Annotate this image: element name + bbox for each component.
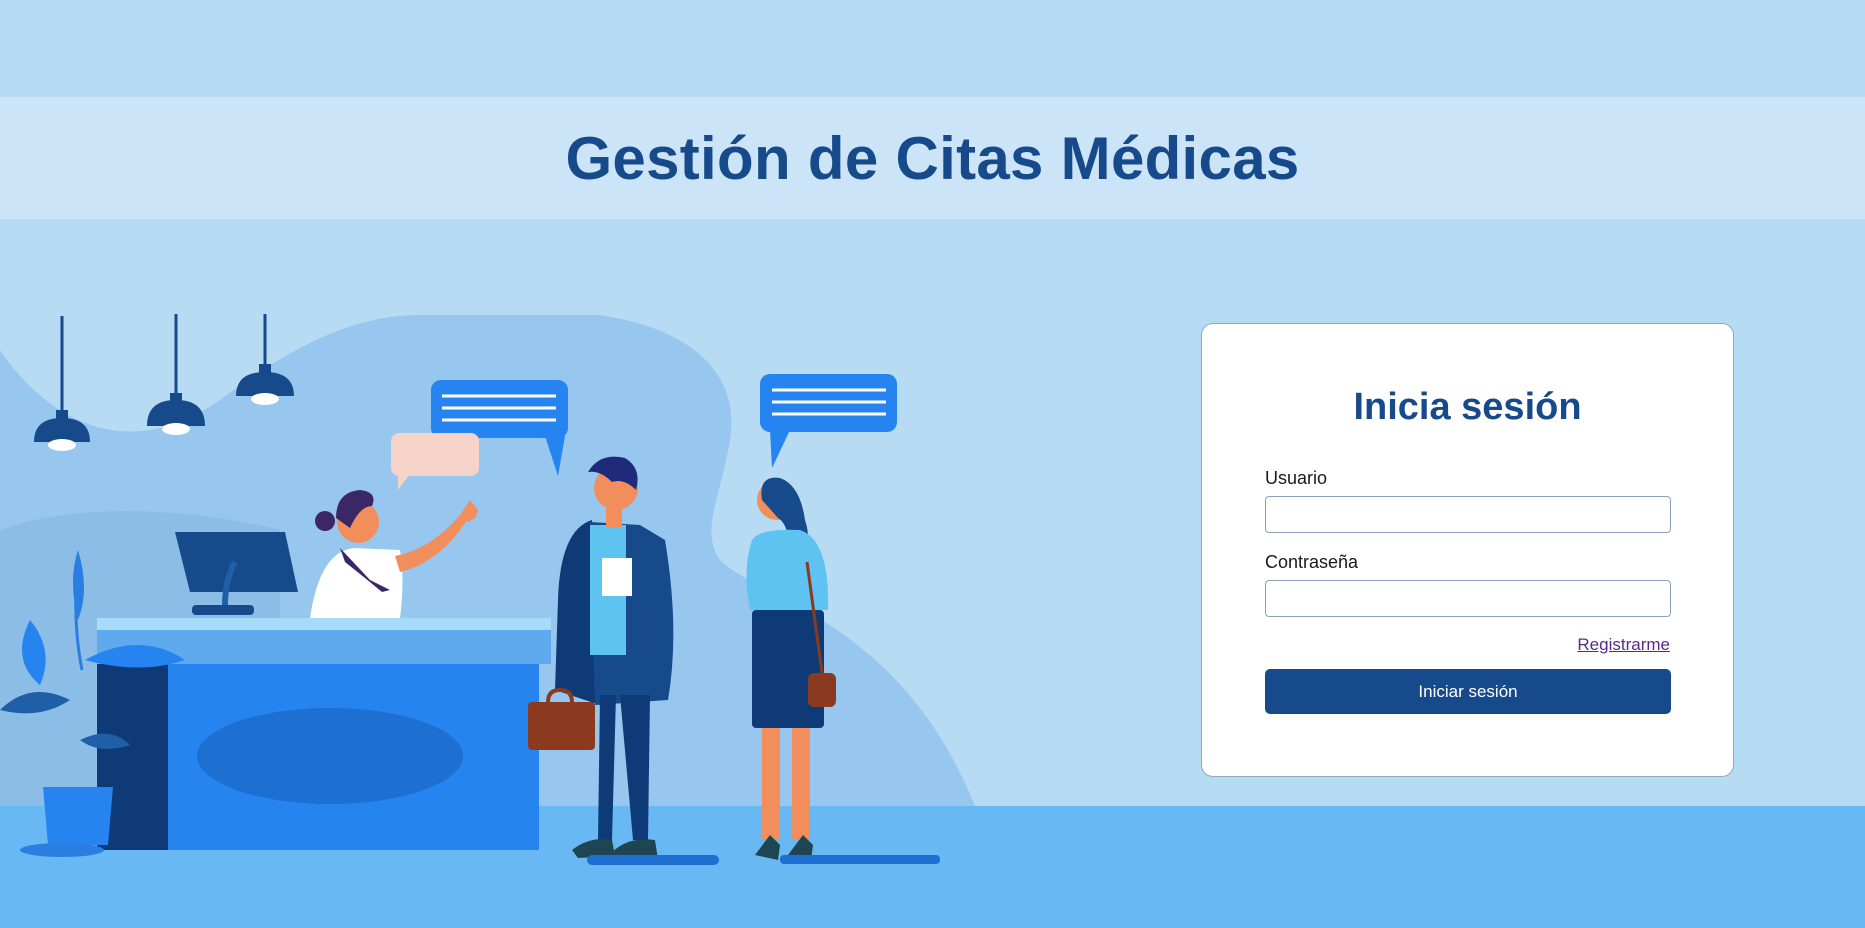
speech-bubble-icon <box>760 374 897 468</box>
login-card: Inicia sesión Usuario Contraseña Registr… <box>1201 323 1734 777</box>
reception-illustration <box>0 314 975 865</box>
username-label: Usuario <box>1265 468 1328 488</box>
register-link[interactable]: Registrarme <box>1577 635 1670 655</box>
password-input[interactable] <box>1265 580 1671 617</box>
password-label: Contraseña <box>1265 552 1359 572</box>
lamp-icon <box>147 314 205 435</box>
lamp-icon <box>34 316 90 451</box>
username-input[interactable] <box>1265 496 1671 533</box>
header-band: Gestión de Citas Médicas <box>0 97 1865 219</box>
login-heading: Inicia sesión <box>1353 386 1582 428</box>
page-title: Gestión de Citas Médicas <box>565 124 1300 192</box>
login-button[interactable]: Iniciar sesión <box>1265 669 1671 714</box>
